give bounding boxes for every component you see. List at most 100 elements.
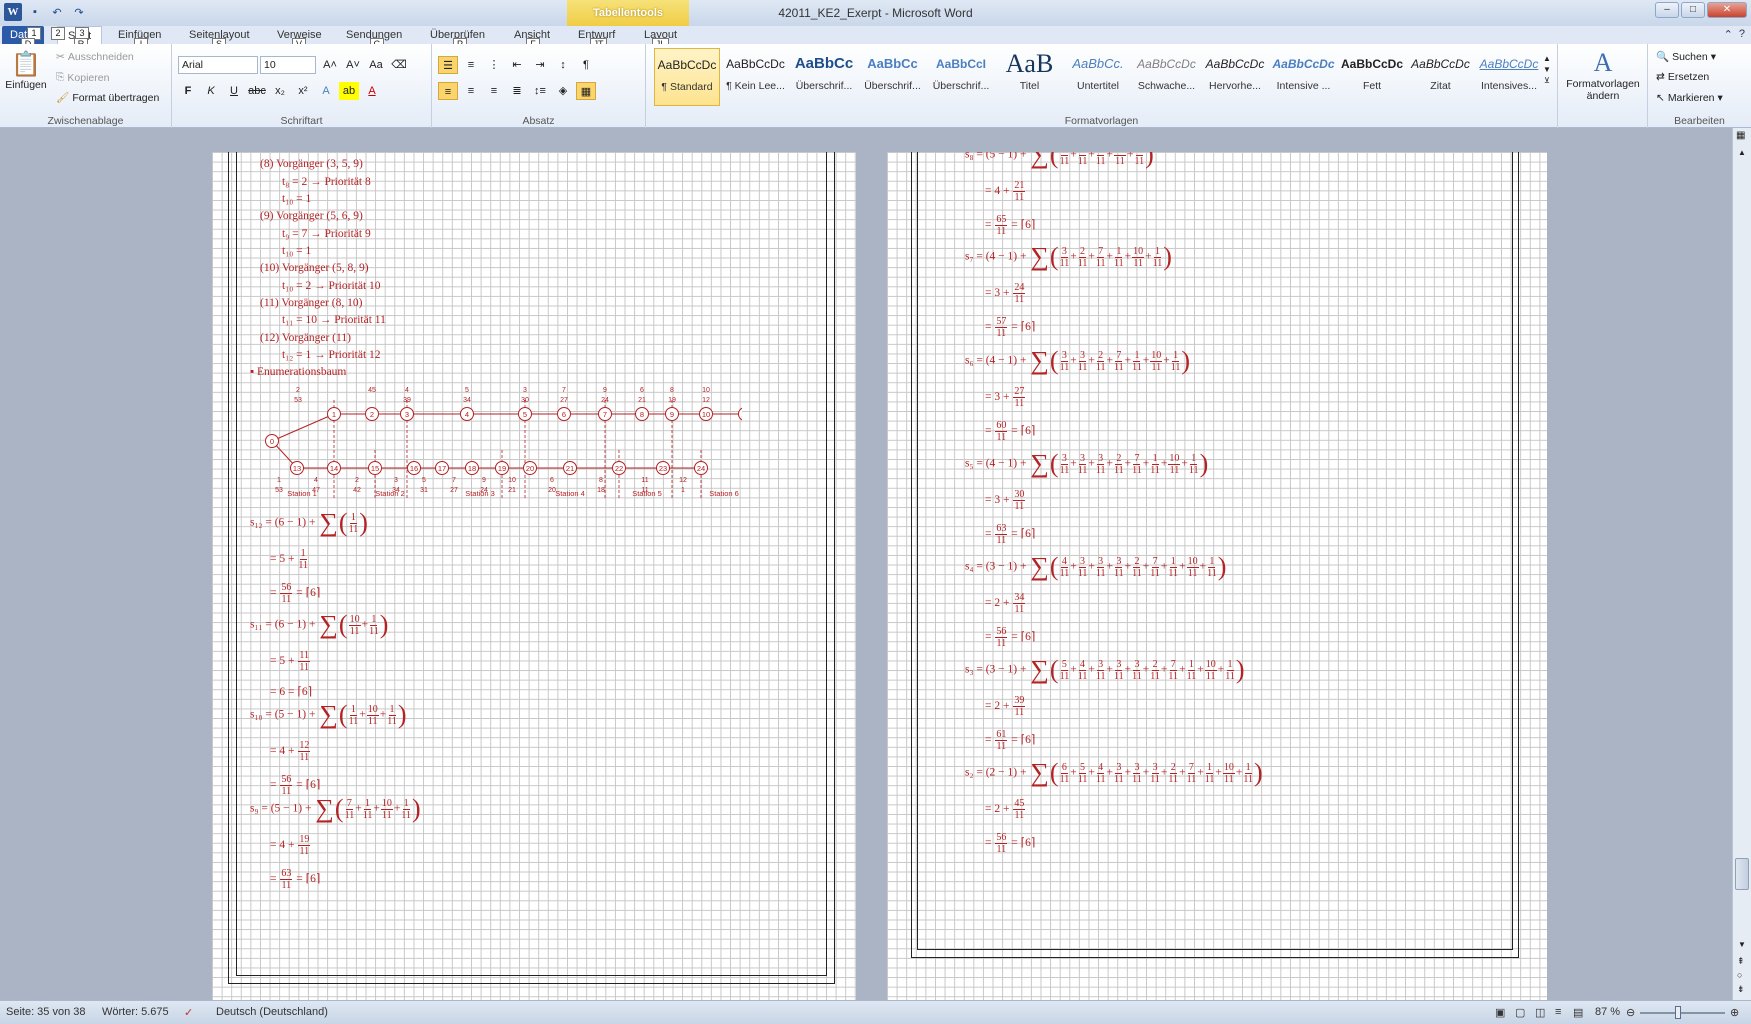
- change-styles-icon: A: [1593, 48, 1613, 77]
- proofing-icon[interactable]: ✓: [184, 1006, 193, 1019]
- fraction: 1011: [1222, 762, 1235, 785]
- language[interactable]: Deutsch (Deutschland): [216, 1006, 328, 1018]
- paste-button[interactable]: 📋 Einfügen: [4, 50, 48, 91]
- vertical-scrollbar[interactable]: ▦ ▲ ▼ ⇞ ○ ⇟: [1732, 128, 1751, 1000]
- change-case-icon[interactable]: Aa: [366, 56, 386, 74]
- next-page-icon[interactable]: ⇟: [1737, 984, 1745, 995]
- subscript-icon[interactable]: x₂: [270, 82, 290, 100]
- align-center-icon[interactable]: ≡: [461, 82, 481, 100]
- plus-symbol: +: [1088, 663, 1095, 676]
- style-item[interactable]: AaBbCcDc Zitat: [1408, 48, 1474, 106]
- bullets-icon[interactable]: ☰: [438, 56, 458, 74]
- shading-icon[interactable]: ◈: [553, 82, 573, 100]
- copy-button[interactable]: ⎘ Kopieren: [56, 71, 109, 84]
- clear-format-icon[interactable]: ⌫: [389, 56, 409, 74]
- style-item[interactable]: AaBbCcDc ¶ Kein Lee...: [723, 48, 789, 106]
- zoom-slider-thumb[interactable]: [1675, 1006, 1681, 1019]
- close-button[interactable]: ✕: [1707, 2, 1747, 18]
- help-icon[interactable]: ?: [1739, 28, 1745, 41]
- zoom-out-icon[interactable]: ⊖: [1626, 1006, 1635, 1019]
- scroll-thumb[interactable]: [1735, 858, 1749, 890]
- select-button[interactable]: ↖ Markieren ▾: [1656, 92, 1723, 104]
- justify-icon[interactable]: ≣: [507, 82, 527, 100]
- style-item[interactable]: AaBbCc Überschrif...: [791, 48, 857, 106]
- change-styles-button[interactable]: A Formatvorlagen ändern: [1562, 48, 1644, 102]
- zoom-slider[interactable]: [1640, 1012, 1725, 1014]
- prev-page-icon[interactable]: ⇞: [1737, 956, 1745, 967]
- view-print-layout-icon[interactable]: ▣: [1495, 1006, 1505, 1019]
- denominator: 11: [1095, 773, 1106, 785]
- paren-close: ): [1199, 449, 1209, 478]
- line-spacing-icon[interactable]: ↕≡: [530, 82, 550, 100]
- zoom-in-icon[interactable]: ⊕: [1730, 1006, 1739, 1019]
- numerator: 3: [1060, 245, 1068, 258]
- gallery-down-icon[interactable]: ▼: [1543, 65, 1551, 74]
- borders-icon[interactable]: ▦: [576, 82, 596, 100]
- style-item[interactable]: AaBbCcI Überschrif...: [928, 48, 994, 106]
- numerator: 7: [1187, 761, 1195, 774]
- multilevel-list-icon[interactable]: ⋮: [484, 56, 504, 74]
- font-name-select[interactable]: Arial: [178, 56, 258, 74]
- view-outline-icon[interactable]: ≡: [1555, 1006, 1561, 1018]
- plus-symbol: +: [1124, 457, 1132, 470]
- plus-symbol: +: [359, 708, 366, 721]
- find-button[interactable]: 🔍 Suchen ▾: [1656, 50, 1716, 64]
- grow-font-icon[interactable]: A˄: [320, 56, 340, 74]
- sort-icon[interactable]: ↕: [553, 56, 573, 74]
- ruler-toggle-icon[interactable]: ▦: [1736, 130, 1745, 141]
- replace-button[interactable]: ⇄ Ersetzen: [1656, 71, 1709, 83]
- align-right-icon[interactable]: ≡: [484, 82, 504, 100]
- pilcrow-icon[interactable]: ¶: [576, 56, 596, 74]
- cut-button[interactable]: ✂ Ausschneiden: [56, 51, 134, 63]
- scroll-down-icon[interactable]: ▼: [1738, 940, 1746, 949]
- maximize-button[interactable]: □: [1681, 2, 1705, 18]
- view-reading-icon[interactable]: ▢: [1515, 1006, 1525, 1019]
- page-right[interactable]: s₈ = (5 − 1) + ∑(211+711+111+1011+111)= …: [887, 152, 1547, 1000]
- increase-indent-icon[interactable]: ⇥: [530, 56, 550, 74]
- gallery-up-icon[interactable]: ▲: [1543, 54, 1551, 63]
- zoom-level[interactable]: 87 %: [1595, 1006, 1620, 1018]
- fraction: 4 11: [1060, 556, 1070, 579]
- page-count[interactable]: Seite: 35 von 38: [6, 1006, 86, 1018]
- strikethrough-icon[interactable]: abc: [247, 82, 267, 100]
- fraction: 711: [1132, 453, 1142, 476]
- font-size-select[interactable]: 10: [260, 56, 316, 74]
- style-item[interactable]: AaBbCcDc Intensive ...: [1271, 48, 1337, 106]
- align-left-icon[interactable]: ≡: [438, 82, 458, 100]
- word-count[interactable]: Wörter: 5.675: [102, 1006, 169, 1018]
- bold-icon[interactable]: F: [178, 82, 198, 100]
- style-item[interactable]: AaBbCcDc Fett: [1339, 48, 1405, 106]
- italic-icon[interactable]: K: [201, 82, 221, 100]
- view-draft-icon[interactable]: ▤: [1573, 1006, 1583, 1019]
- style-item[interactable]: AaB Titel: [997, 48, 1063, 106]
- browse-object-icon[interactable]: ○: [1737, 970, 1742, 980]
- style-item[interactable]: AaBbCc. Untertitel: [1065, 48, 1131, 106]
- document-area[interactable]: (8) Vorgänger (3, 5, 9) t₈ = 2 → Prioritä…: [0, 128, 1732, 1000]
- decrease-indent-icon[interactable]: ⇤: [507, 56, 527, 74]
- plus-symbol: +: [1142, 457, 1150, 470]
- minimize-ribbon-icon[interactable]: ⌃: [1724, 28, 1733, 41]
- superscript-icon[interactable]: x²: [293, 82, 313, 100]
- fraction: 4 11: [1078, 659, 1088, 682]
- plus-symbol: +: [1163, 354, 1170, 367]
- style-item[interactable]: AaBbCcDc ¶ Standard: [654, 48, 720, 106]
- underline-icon[interactable]: U: [224, 82, 244, 100]
- style-item[interactable]: AaBbCcDc Intensives...: [1476, 48, 1542, 106]
- denominator: 11: [1077, 567, 1088, 579]
- style-item[interactable]: AaBbCcDc Schwache...: [1134, 48, 1200, 106]
- gallery-more-icon[interactable]: ⊻: [1544, 76, 1550, 85]
- view-web-icon[interactable]: ◫: [1535, 1006, 1545, 1019]
- page-left[interactable]: (8) Vorgänger (3, 5, 9) t₈ = 2 → Prioritä…: [212, 152, 856, 1000]
- scroll-up-icon[interactable]: ▲: [1738, 148, 1746, 157]
- style-item[interactable]: AaBbCcDc Hervorhe...: [1202, 48, 1268, 106]
- highlight-icon[interactable]: ab: [339, 82, 359, 100]
- font-color-icon[interactable]: A: [362, 82, 382, 100]
- formula-lhs: s₈ = (5 − 1) +: [965, 152, 1030, 161]
- numbering-icon[interactable]: ≡: [461, 56, 481, 74]
- formula-lhs: s₃ = (3 − 1) +: [965, 663, 1030, 676]
- format-painter-button[interactable]: 🖌 Format übertragen: [56, 91, 159, 105]
- style-item[interactable]: AaBbCc Überschrif...: [860, 48, 926, 106]
- text-effects-icon[interactable]: A: [316, 82, 336, 100]
- shrink-font-icon[interactable]: A˅: [343, 56, 363, 74]
- minimize-button[interactable]: –: [1655, 2, 1679, 18]
